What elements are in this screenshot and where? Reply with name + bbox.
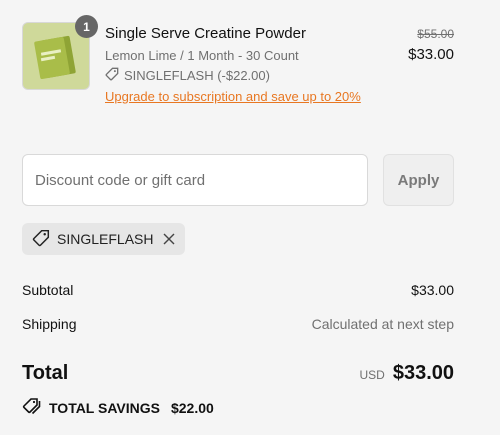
subtotal-label: Subtotal [22, 282, 74, 298]
applied-discount-code: SINGLEFLASH [57, 231, 154, 247]
close-icon[interactable] [163, 233, 175, 245]
apply-button[interactable]: Apply [383, 154, 454, 206]
quantity-badge: 1 [75, 15, 98, 38]
currency-code: USD [359, 368, 385, 382]
product-discount-text: SINGLEFLASH (-$22.00) [124, 68, 270, 83]
tag-icon [32, 229, 50, 250]
shipping-value: Calculated at next step [311, 316, 454, 332]
total-savings-label: TOTAL SAVINGS [49, 399, 160, 416]
total-value: $33.00 [392, 362, 454, 384]
discount-code-input[interactable] [22, 154, 368, 206]
original-price: $55.00 [417, 27, 454, 41]
tag-icon [105, 67, 119, 84]
upgrade-subscription-link[interactable]: Upgrade to subscription and save up to 2… [105, 89, 361, 104]
total-amount-group: USD $33.00 [359, 362, 454, 385]
applied-discount-chip: SINGLEFLASH [22, 223, 186, 255]
product-discount: SINGLEFLASH (-$22.00) [105, 67, 270, 84]
subtotal-value: $33.00 [411, 282, 454, 298]
total-savings: TOTAL SAVINGS $22.00 [22, 397, 214, 418]
shipping-label: Shipping [22, 316, 77, 332]
tags-icon [22, 397, 42, 418]
total-label: Total [22, 362, 69, 384]
current-price: $33.00 [408, 46, 454, 63]
product-variant: Lemon Lime / 1 Month - 30 Count [105, 48, 299, 63]
total-savings-value: $22.00 [170, 399, 214, 416]
product-title: Single Serve Creatine Powder [105, 25, 306, 42]
